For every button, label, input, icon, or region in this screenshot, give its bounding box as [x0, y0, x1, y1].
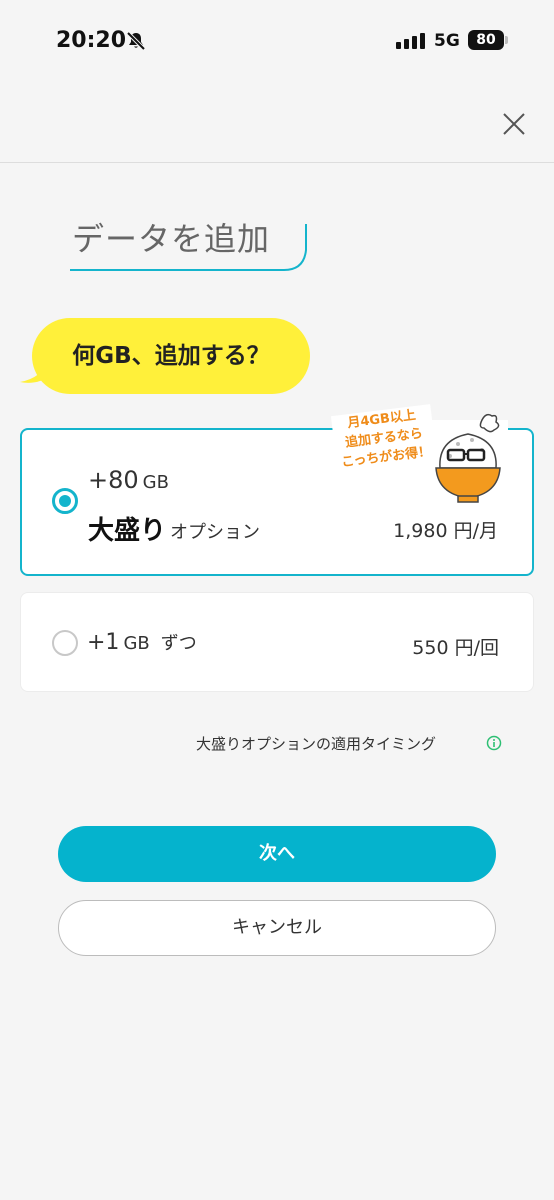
per-gb-unit: GB: [123, 633, 150, 654]
info-icon[interactable]: [486, 735, 502, 751]
omori-unit: GB: [142, 472, 169, 493]
per-gb-suffix: ずつ: [160, 633, 197, 654]
question-text: 何GB、追加する？: [72, 343, 270, 369]
rice-bowl-mascot-icon: [428, 413, 508, 506]
per-gb-price: 550 円/回: [412, 637, 499, 659]
bell-muted-icon: [126, 31, 146, 51]
promo-badge: 月4GB以上 追加するなら こっちがお得！: [330, 404, 536, 506]
per-gb-option-card[interactable]: +1 GB ずつ 550 円/回: [20, 592, 534, 692]
cancel-button[interactable]: キャンセル: [58, 900, 496, 956]
omori-plan-name: 大盛り: [88, 516, 167, 546]
status-bar: 20:20 5G 80: [0, 0, 554, 80]
status-time: 20:20: [56, 28, 127, 53]
next-button[interactable]: 次へ: [58, 826, 496, 882]
timing-info-link[interactable]: 大盛りオプションの適用タイミング: [196, 733, 436, 754]
omori-plan-suffix: オプション: [170, 522, 260, 543]
battery-indicator: 80: [468, 30, 504, 50]
close-icon[interactable]: [500, 110, 528, 138]
title-underline: [70, 224, 307, 271]
omori-price: 1,980 円/月: [393, 520, 498, 542]
radio-selected[interactable]: [52, 488, 78, 514]
signal-icon: [396, 33, 425, 49]
radio-unselected[interactable]: [52, 630, 78, 656]
omori-amount: +80 GB: [88, 466, 169, 494]
per-gb-amount: +1 GB ずつ: [87, 630, 197, 655]
battery-cap: [505, 36, 508, 44]
header-divider: [0, 162, 554, 163]
promo-text: 月4GB以上 追加するなら こっちがお得！: [330, 404, 438, 473]
network-label: 5G: [434, 31, 460, 51]
